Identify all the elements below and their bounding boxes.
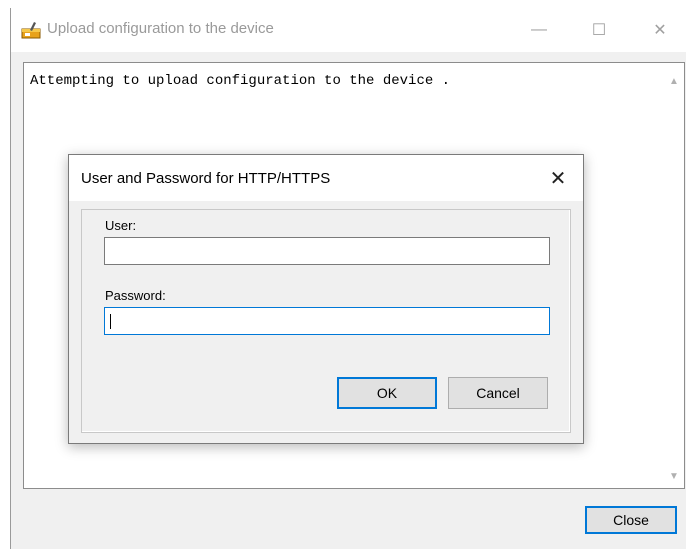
ok-button[interactable]: OK (337, 377, 437, 409)
dialog-close-button[interactable]: ✕ (533, 155, 583, 201)
user-input[interactable] (104, 237, 550, 265)
scroll-down-arrow-icon[interactable]: ▼ (668, 470, 680, 482)
maximize-icon: ☐ (591, 22, 607, 39)
close-icon: ✕ (549, 167, 567, 190)
scroll-up-arrow-icon[interactable]: ▲ (668, 75, 680, 87)
credentials-group: User: Password: OK Cancel (81, 209, 571, 433)
close-button[interactable]: Close (585, 506, 677, 534)
window-titlebar[interactable]: Upload configuration to the device — ☐ ✕ (11, 8, 686, 52)
close-icon: ✕ (653, 22, 667, 39)
minimize-button[interactable]: — (516, 8, 562, 52)
minimize-icon: — (531, 21, 547, 38)
text-caret (110, 314, 111, 329)
cancel-button[interactable]: Cancel (448, 377, 548, 409)
dialog-titlebar[interactable]: User and Password for HTTP/HTTPS ✕ (69, 155, 583, 201)
dialog-title: User and Password for HTTP/HTTPS (81, 170, 331, 187)
log-text: Attempting to upload configuration to th… (30, 73, 451, 89)
password-input[interactable] (104, 307, 550, 335)
maximize-button[interactable]: ☐ (576, 8, 622, 52)
user-label: User: (105, 218, 137, 233)
window-close-button[interactable]: ✕ (637, 8, 683, 52)
upload-app-icon (21, 21, 41, 39)
window-title: Upload configuration to the device (47, 20, 274, 37)
password-label: Password: (105, 288, 166, 303)
credentials-dialog: User and Password for HTTP/HTTPS ✕ User:… (68, 154, 584, 444)
